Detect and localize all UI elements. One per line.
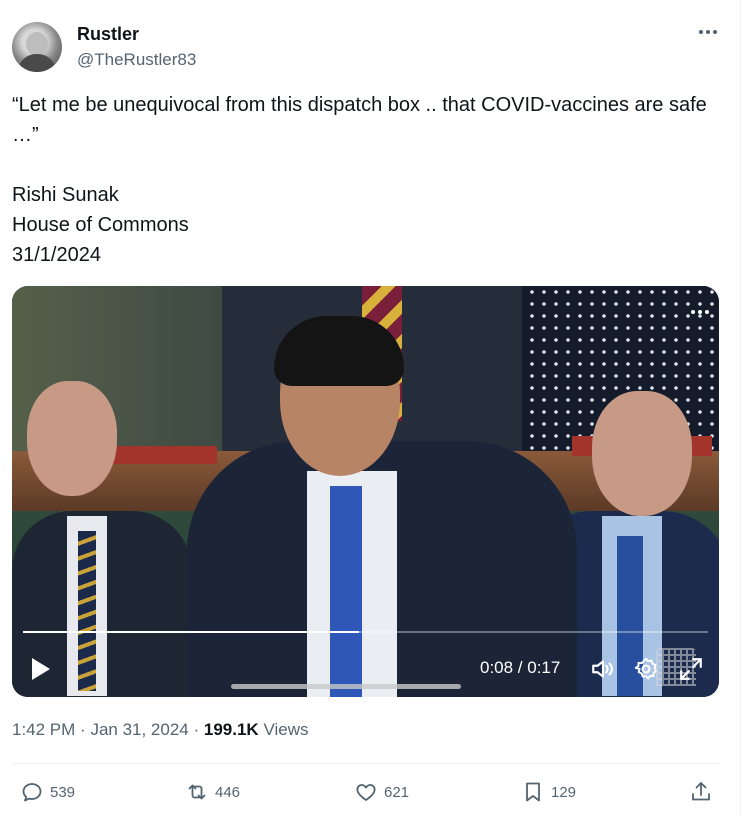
venue: House of Commons [12, 214, 189, 236]
bookmark-count: 129 [551, 783, 577, 801]
like-count: 621 [384, 783, 410, 801]
repost-icon [188, 784, 206, 800]
views-label: Views [263, 720, 309, 739]
share-icon [692, 782, 710, 801]
repost-count: 446 [215, 783, 241, 801]
video-player[interactable]: 0:08 / 0:17 [12, 286, 719, 697]
reply-count: 539 [50, 783, 76, 801]
video-progress-bar[interactable] [23, 631, 708, 633]
bookmark-button[interactable]: 129 [521, 780, 576, 804]
speaker-name: Rishi Sunak [12, 184, 119, 206]
user-handle[interactable]: @TheRustler83 [77, 50, 196, 70]
play-icon[interactable] [32, 658, 50, 680]
user-name[interactable]: Rustler [77, 24, 139, 45]
divider [12, 763, 719, 764]
repost-button[interactable]: 446 [185, 780, 240, 804]
share-button[interactable] [689, 780, 713, 804]
views-count: 199.1K [203, 720, 259, 739]
video-more-icon[interactable] [691, 310, 709, 314]
like-icon [356, 784, 376, 801]
tweet: Rustler @TheRustler83 “Let me be unequiv… [0, 0, 741, 817]
video-time: 0:08 / 0:17 [480, 658, 561, 677]
video-progress-fill [23, 631, 359, 633]
video-frame [12, 286, 719, 697]
fullscreen-icon[interactable] [678, 656, 704, 682]
quote-text: “Let me be unequivocal from this dispatc… [12, 94, 707, 146]
avatar[interactable] [12, 22, 62, 72]
tweet-text: “Let me be unequivocal from this dispatc… [12, 90, 712, 270]
tweet-meta: 1:42 PM · Jan 31, 2024 · 199.1K Views [12, 720, 309, 739]
action-bar: 539 446 621 129 [0, 780, 741, 810]
tweet-time[interactable]: 1:42 PM [12, 720, 75, 739]
reply-icon [22, 783, 42, 802]
reply-button[interactable]: 539 [20, 780, 75, 804]
bookmark-icon [526, 782, 540, 802]
tweet-date[interactable]: Jan 31, 2024 [90, 720, 188, 739]
video-scrub-handle[interactable] [231, 684, 461, 689]
like-button[interactable]: 621 [354, 780, 409, 804]
quote-date: 31/1/2024 [12, 244, 101, 266]
more-icon[interactable] [696, 20, 720, 44]
volume-icon[interactable] [590, 656, 616, 682]
